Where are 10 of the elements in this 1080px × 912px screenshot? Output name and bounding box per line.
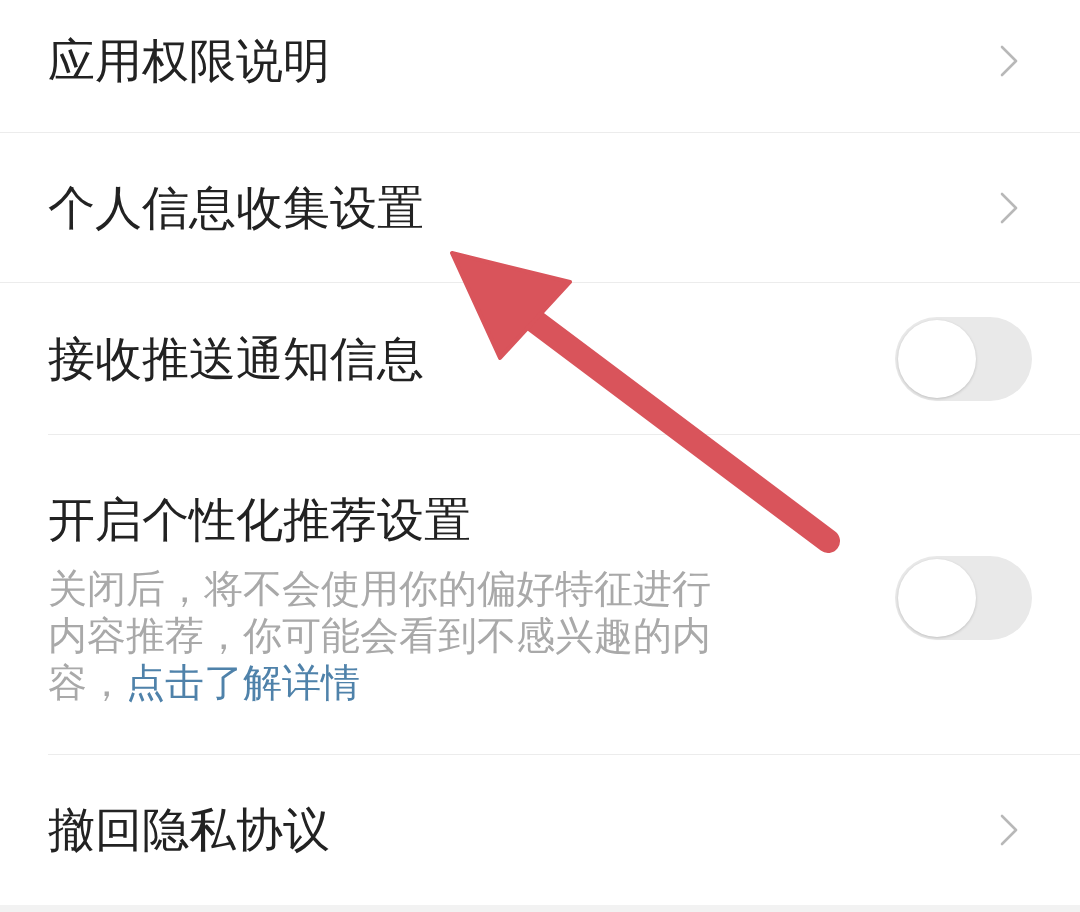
setting-label[interactable]: 个人信息收集设置 (48, 176, 424, 239)
chevron-right-icon (1000, 814, 1018, 846)
description-text: 关闭后，将不会使用你的偏好特征进行内容推荐，你可能会看到不感兴趣的内容，点击了解详情 (48, 564, 712, 706)
chevron-right-icon (1000, 191, 1018, 224)
setting-label[interactable]: 撤回隐私协议 (48, 799, 330, 861)
details-link[interactable]: 点击了解详情 (126, 659, 360, 705)
setting-label: 开启个性化推荐设置 (48, 491, 471, 550)
setting-label: 接收推送通知信息 (48, 329, 424, 388)
chevron-right-icon (1000, 45, 1018, 77)
setting-label[interactable]: 应用权限说明 (48, 30, 330, 92)
